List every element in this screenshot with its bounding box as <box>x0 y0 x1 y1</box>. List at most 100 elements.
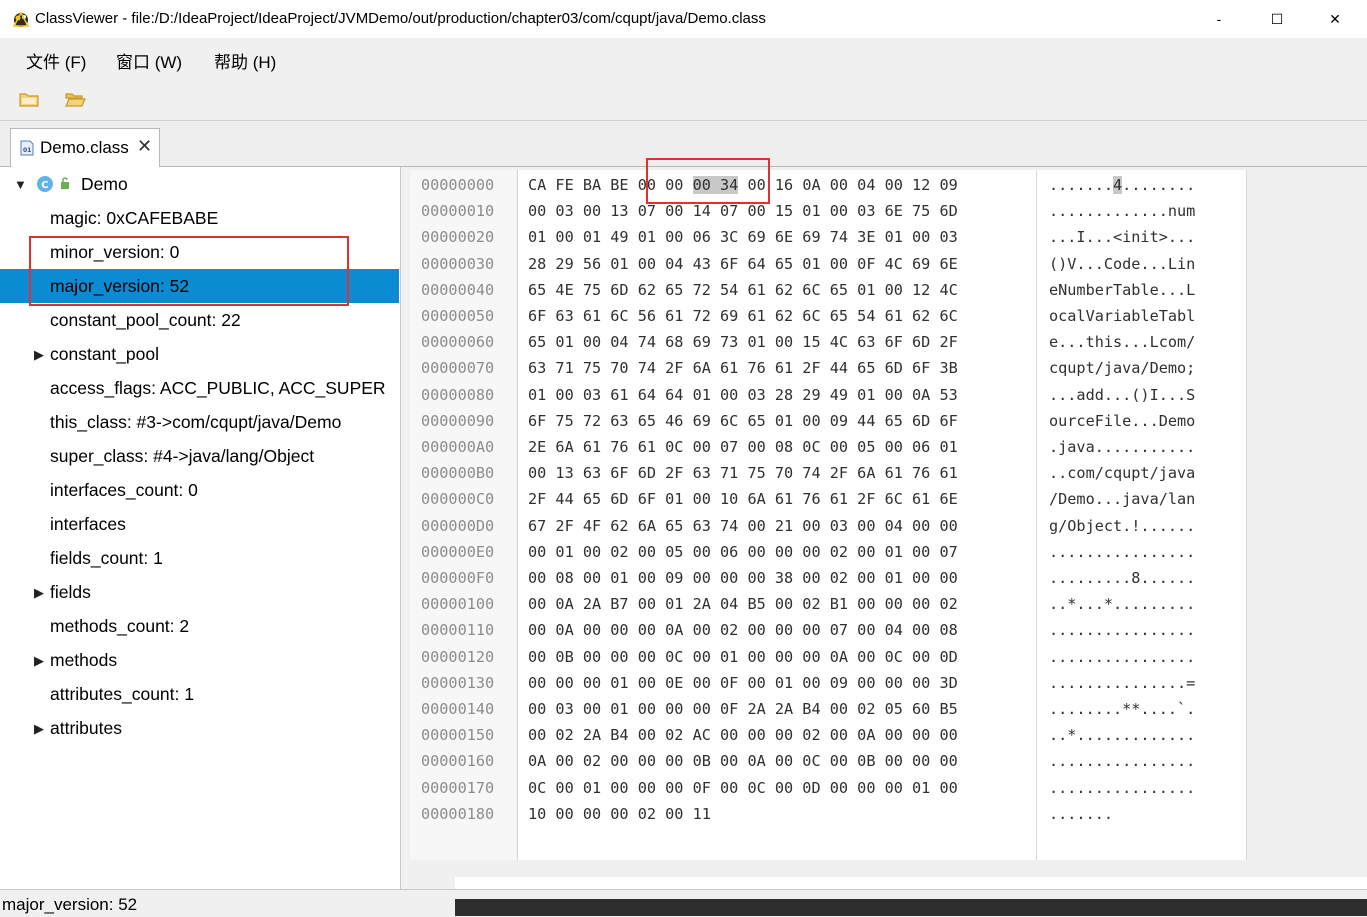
hex-bytes[interactable]: 00 03 00 13 07 00 14 07 00 15 01 00 03 6… <box>528 198 958 224</box>
tab-close-icon[interactable]: ✕ <box>137 136 152 157</box>
hex-ascii[interactable]: ourceFile...Demo <box>1049 408 1195 434</box>
tree-item-attributes[interactable]: ▶ attributes <box>0 711 399 745</box>
hex-bytes[interactable]: 01 00 03 61 64 64 01 00 03 28 29 49 01 0… <box>528 382 958 408</box>
toolbar <box>0 78 1367 121</box>
tree-item-fields-count[interactable]: fields_count: 1 <box>0 541 399 575</box>
tree-root-demo[interactable]: ▼ C Demo <box>0 167 399 201</box>
menu-file[interactable]: 文件 (F) <box>26 48 86 73</box>
menu-window[interactable]: 窗口 (W) <box>116 48 182 73</box>
hex-bytes[interactable]: 01 00 01 49 01 00 06 3C 69 6E 69 74 3E 0… <box>528 224 958 250</box>
tree-item-label: super_class: #4->java/lang/Object <box>50 446 315 466</box>
hex-bytes[interactable]: 63 71 75 70 74 2F 6A 61 76 61 2F 44 65 6… <box>528 355 958 381</box>
tree-item-constant-pool-count[interactable]: constant_pool_count: 22 <box>0 303 399 337</box>
hex-bytes[interactable]: 00 02 2A B4 00 02 AC 00 00 00 02 00 0A 0… <box>528 722 958 748</box>
hex-ascii[interactable]: e...this...Lcom/ <box>1049 329 1195 355</box>
hex-offset: 000000F0 <box>421 569 495 587</box>
selected-ascii: 4 <box>1113 176 1123 194</box>
tree-item-access-flags[interactable]: access_flags: ACC_PUBLIC, ACC_SUPER <box>0 371 399 405</box>
tree-item-label: constant_pool <box>50 344 159 364</box>
hex-bytes[interactable]: 2E 6A 61 76 61 0C 00 07 00 08 0C 00 05 0… <box>528 434 958 460</box>
hex-ascii[interactable]: .......4........ <box>1049 172 1195 198</box>
tree-item-label: attributes_count: 1 <box>50 684 194 704</box>
collapsed-arrow-icon[interactable]: ▶ <box>34 653 44 669</box>
hex-bytes[interactable]: 28 29 56 01 00 04 43 6F 64 65 01 00 0F 4… <box>528 251 958 277</box>
hex-ascii[interactable]: ...add...()I...S <box>1049 382 1195 408</box>
tree-item-fields[interactable]: ▶ fields <box>0 575 399 609</box>
hex-ascii[interactable]: ...I...<init>... <box>1049 224 1195 250</box>
minimize-button[interactable]: - <box>1190 0 1248 38</box>
tree-item-interfaces[interactable]: interfaces <box>0 507 399 541</box>
hex-bytes[interactable]: 6F 75 72 63 65 46 69 6C 65 01 00 09 44 6… <box>528 408 958 434</box>
hex-bytes[interactable]: 0C 00 01 00 00 00 0F 00 0C 00 0D 00 00 0… <box>528 775 958 801</box>
hex-bytes[interactable]: 00 0A 00 00 00 0A 00 02 00 00 00 07 00 0… <box>528 617 958 643</box>
hex-bytes[interactable]: 00 0A 2A B7 00 01 2A 04 B5 00 02 B1 00 0… <box>528 591 958 617</box>
hex-ascii[interactable]: .............num <box>1049 198 1195 224</box>
hex-bytes[interactable]: 67 2F 4F 62 6A 65 63 74 00 21 00 03 00 0… <box>528 513 958 539</box>
hex-offset: 000000B0 <box>421 464 495 483</box>
tree-item-constant-pool[interactable]: ▶ constant_pool <box>0 337 399 371</box>
hex-bytes[interactable]: 00 03 00 01 00 00 00 0F 2A 2A B4 00 02 0… <box>528 696 958 722</box>
hex-ascii[interactable]: g/Object.!...... <box>1049 513 1195 539</box>
open-folder-icon[interactable] <box>62 86 88 112</box>
hex-bytes[interactable]: 65 4E 75 6D 62 65 72 54 61 62 6C 65 01 0… <box>528 277 958 303</box>
window-title: ClassViewer - file:/D:/IdeaProject/IdeaP… <box>35 10 766 27</box>
folder-icon[interactable] <box>16 86 42 112</box>
tree-item-minor-version[interactable]: minor_version: 0 <box>0 235 399 269</box>
tree-item-methods-count[interactable]: methods_count: 2 <box>0 609 399 643</box>
hex-ascii[interactable]: ........**....`. <box>1049 696 1195 722</box>
hex-bytes[interactable]: 00 0B 00 00 00 0C 00 01 00 00 00 0A 00 0… <box>528 644 958 670</box>
hex-ascii[interactable]: .java........... <box>1049 434 1195 460</box>
hex-ascii[interactable]: ocalVariableTabl <box>1049 303 1195 329</box>
tree-item-label: major_version: 52 <box>50 276 190 296</box>
hex-ascii[interactable]: ....... <box>1049 801 1113 827</box>
hex-ascii[interactable]: ..com/cqupt/java <box>1049 460 1195 486</box>
hex-bytes[interactable]: 2F 44 65 6D 6F 01 00 10 6A 61 76 61 2F 6… <box>528 486 958 512</box>
tree-item-this-class[interactable]: this_class: #3->com/cqupt/java/Demo <box>0 405 399 439</box>
hex-ascii[interactable]: ...............= <box>1049 670 1195 696</box>
close-window-button[interactable]: ✕ <box>1306 0 1364 38</box>
hex-ascii[interactable]: ................ <box>1049 539 1195 565</box>
hex-ascii[interactable]: ................ <box>1049 748 1195 774</box>
hex-ascii[interactable]: ................ <box>1049 644 1195 670</box>
tree-root-label: Demo <box>81 174 128 194</box>
collapsed-arrow-icon[interactable]: ▶ <box>34 721 44 737</box>
hex-offset: 00000110 <box>421 621 495 640</box>
hex-ascii[interactable]: ................ <box>1049 617 1195 643</box>
menu-help[interactable]: 帮助 (H) <box>214 48 276 73</box>
hex-bytes[interactable]: 00 00 00 01 00 0E 00 0F 00 01 00 09 00 0… <box>528 670 958 696</box>
hex-bytes[interactable]: CA FE BA BE 00 00 00 34 00 16 0A 00 04 0… <box>528 172 958 198</box>
hex-ascii[interactable]: eNumberTable...L <box>1049 277 1195 303</box>
hex-ascii[interactable]: cqupt/java/Demo; <box>1049 355 1195 381</box>
hex-offset: 00000020 <box>421 228 495 247</box>
tab-strip: 01 Demo.class ✕ <box>0 121 1367 167</box>
hex-bytes[interactable]: 6F 63 61 6C 56 61 72 69 61 62 6C 65 54 6… <box>528 303 958 329</box>
tree-item-label: fields_count: 1 <box>50 548 163 568</box>
tab-demo-class[interactable]: 01 Demo.class ✕ <box>10 128 160 167</box>
title-bar: ClassViewer - file:/D:/IdeaProject/IdeaP… <box>0 0 1367 38</box>
tree-item-interfaces-count[interactable]: interfaces_count: 0 <box>0 473 399 507</box>
hex-bytes[interactable]: 00 13 63 6F 6D 2F 63 71 75 70 74 2F 6A 6… <box>528 460 958 486</box>
hex-ascii[interactable]: /Demo...java/lan <box>1049 486 1195 512</box>
menu-bar: 文件 (F) 窗口 (W) 帮助 (H) <box>0 38 1367 78</box>
hex-ascii[interactable]: .........8...... <box>1049 565 1195 591</box>
hex-ascii[interactable]: ..*............. <box>1049 722 1195 748</box>
tree-item-major-version[interactable]: major_version: 52 <box>0 269 399 303</box>
hex-bytes[interactable]: 00 01 00 02 00 05 00 06 00 00 00 02 00 0… <box>528 539 958 565</box>
tree-item-methods[interactable]: ▶ methods <box>0 643 399 677</box>
maximize-button[interactable]: ☐ <box>1248 0 1306 38</box>
hex-offset: 00000060 <box>421 333 495 352</box>
hex-ascii[interactable]: ..*...*......... <box>1049 591 1195 617</box>
hex-bytes[interactable]: 0A 00 02 00 00 00 0B 00 0A 00 0C 00 0B 0… <box>528 748 958 774</box>
collapsed-arrow-icon[interactable]: ▶ <box>34 585 44 601</box>
collapsed-arrow-icon[interactable]: ▶ <box>34 347 44 363</box>
expanded-arrow-icon[interactable]: ▼ <box>14 177 27 192</box>
hex-bytes[interactable]: 65 01 00 04 74 68 69 73 01 00 15 4C 63 6… <box>528 329 958 355</box>
hex-offset: 00000080 <box>421 385 495 404</box>
hex-ascii[interactable]: ................ <box>1049 775 1195 801</box>
hex-bytes[interactable]: 00 08 00 01 00 09 00 00 00 38 00 02 00 0… <box>528 565 958 591</box>
tree-item-super-class[interactable]: super_class: #4->java/lang/Object <box>0 439 399 473</box>
tree-item-magic[interactable]: magic: 0xCAFEBABE <box>0 201 399 235</box>
tree-item-attributes-count[interactable]: attributes_count: 1 <box>0 677 399 711</box>
hex-bytes[interactable]: 10 00 00 00 02 00 11 <box>528 801 711 827</box>
hex-ascii[interactable]: ()V...Code...Lin <box>1049 251 1195 277</box>
